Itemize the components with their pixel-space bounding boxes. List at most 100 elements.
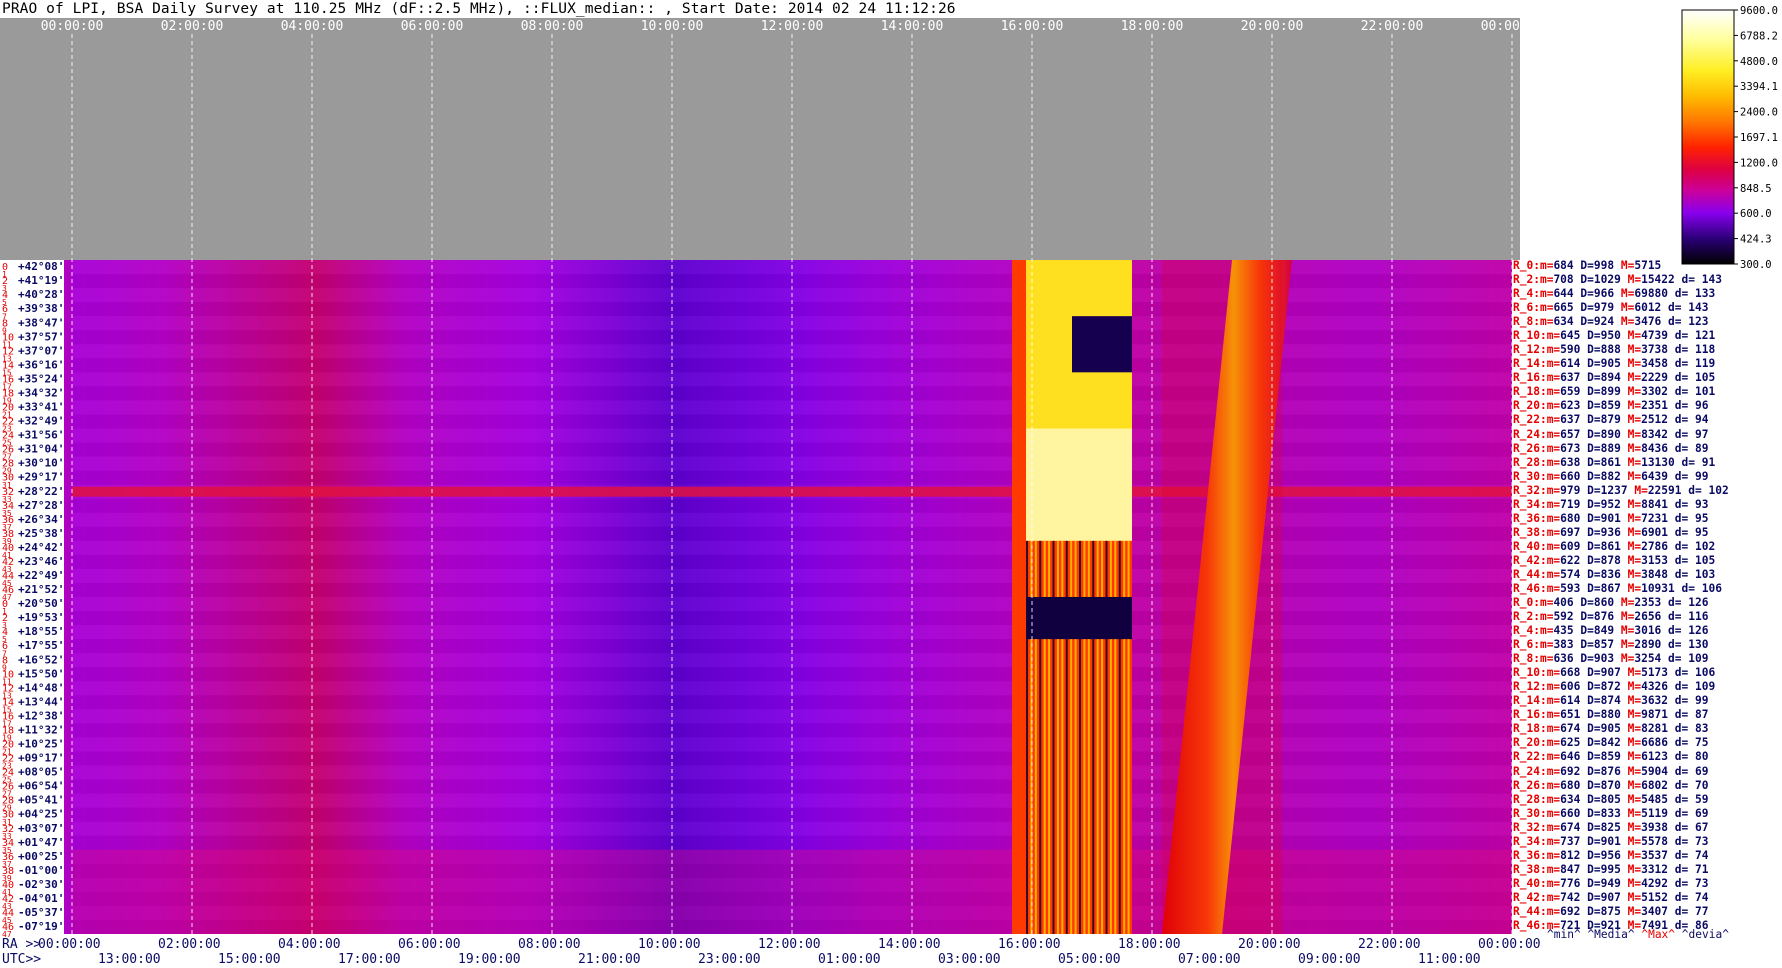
- stat-field: 22591: [1647, 483, 1682, 497]
- declination-label: -02°30': [18, 878, 64, 891]
- stat-field: D=: [1587, 581, 1601, 595]
- stat-field: M=: [1627, 694, 1642, 708]
- stat-field: d=: [1674, 736, 1689, 750]
- stat-field: 6686: [1641, 736, 1669, 750]
- stat-field: 94: [1688, 413, 1709, 427]
- stat-field: 1029: [1593, 273, 1621, 287]
- stat-field: M=: [1620, 652, 1635, 666]
- stat-field: m=: [1546, 483, 1561, 497]
- stat-field: 95: [1688, 525, 1709, 539]
- stat-field: m=: [1546, 497, 1561, 511]
- stat-field: 979: [1560, 483, 1581, 497]
- stat-field: [1621, 863, 1628, 876]
- stat-row: R_42:m=742 D=907 M=5152 d= 74: [1513, 891, 1708, 905]
- stat-field: d=: [1674, 371, 1689, 385]
- stat-field: d=: [1674, 413, 1689, 427]
- stat-field: [1621, 680, 1628, 693]
- stat-field: [1621, 891, 1628, 904]
- stat-field: d=: [1681, 581, 1695, 595]
- stat-field: M=: [1627, 722, 1642, 736]
- stat-field: [1621, 357, 1628, 370]
- stat-field: 875: [1600, 904, 1621, 918]
- top-tick-label: 10:00:00: [641, 19, 704, 34]
- stat-field: M=: [1627, 385, 1642, 399]
- stat-field: R_20:: [1513, 399, 1547, 413]
- stat-field: d=: [1681, 273, 1695, 287]
- stat-field: [1668, 807, 1675, 820]
- stat-field: 995: [1600, 862, 1621, 876]
- stat-field: 67: [1688, 820, 1709, 834]
- stat-field: R_4:: [1513, 287, 1540, 301]
- stat-field: [1621, 582, 1628, 595]
- stat-field: 3738: [1641, 343, 1669, 357]
- ra-prefix: RA >>: [2, 937, 41, 952]
- stat-field: [1614, 652, 1621, 665]
- stat-field: 99: [1688, 469, 1709, 483]
- ra-tick-label: 10:00:00: [638, 937, 701, 952]
- stat-field: R_28:: [1513, 792, 1547, 806]
- stat-row: R_8:m=636 D=903 M=3254 d= 109: [1513, 652, 1708, 666]
- stat-field: [1614, 610, 1621, 623]
- stat-field: 126: [1681, 624, 1709, 638]
- stat-field: d=: [1674, 287, 1689, 301]
- stat-field: m=: [1546, 371, 1561, 385]
- stat-field: D=: [1587, 343, 1601, 357]
- stat-field: m=: [1539, 624, 1554, 638]
- stat-field: 15422: [1641, 273, 1675, 287]
- stat-row: R_42:m=622 D=878 M=3153 d= 105: [1513, 554, 1715, 568]
- stat-field: 106: [1695, 581, 1722, 595]
- ra-tick-label: 00:00:00: [38, 937, 101, 952]
- stat-field: R_16:: [1513, 371, 1547, 385]
- stat-row: R_14:m=614 D=905 M=3458 d= 119: [1513, 357, 1715, 371]
- stat-field: m=: [1546, 792, 1561, 806]
- row-number-odd: 47: [2, 930, 12, 939]
- stat-field: 133: [1688, 287, 1716, 301]
- stat-field: 2353: [1634, 596, 1662, 609]
- stat-field: 644: [1553, 287, 1574, 301]
- stat-field: M=: [1627, 497, 1642, 511]
- declination-axis: 01+42°08'23+41°19'45+40°28'67+39°38'89+3…: [2, 260, 64, 939]
- stat-field: 3938: [1641, 820, 1669, 834]
- stat-field: 3632: [1641, 694, 1669, 708]
- declination-label: +05°41': [18, 794, 64, 807]
- stat-field: D=: [1587, 413, 1601, 427]
- utc-tick-label: 19:00:00: [458, 952, 521, 967]
- stat-field: m=: [1546, 441, 1561, 455]
- stat-field: 876: [1600, 764, 1621, 778]
- stat-field: 889: [1600, 441, 1621, 455]
- stat-field: 8281: [1641, 722, 1669, 736]
- declination-label: +14°48': [18, 681, 64, 694]
- declination-label: -04°01': [18, 892, 64, 905]
- declination-label: +34°32': [18, 386, 64, 399]
- stat-field: [1621, 371, 1628, 384]
- stat-field: M=: [1627, 399, 1642, 413]
- stat-field: R_40:: [1513, 876, 1547, 890]
- stat-field: d=: [1668, 610, 1682, 624]
- stat-row: R_6:m=665 D=979 M=6012 d= 143: [1513, 301, 1708, 315]
- stat-field: M=: [1627, 413, 1642, 427]
- stat-row: R_40:m=776 D=949 M=4292 d= 73: [1513, 877, 1708, 891]
- stat-field: [1668, 863, 1675, 876]
- stat-row: R_22:m=637 D=879 M=2512 d= 94: [1513, 413, 1708, 427]
- stat-field: 2786: [1641, 539, 1669, 553]
- interference-dark: [1072, 316, 1132, 373]
- stat-row: R_4:m=435 D=849 M=3016 d= 126: [1513, 624, 1708, 638]
- stat-field: M=: [1627, 329, 1642, 343]
- stat-field: 5578: [1641, 834, 1669, 848]
- stat-field: 901: [1600, 834, 1621, 848]
- stat-field: m=: [1546, 357, 1561, 371]
- top-tick-label: 16:00:00: [1001, 19, 1064, 34]
- stat-field: d=: [1674, 567, 1689, 581]
- stat-field: m=: [1546, 427, 1561, 441]
- stat-field: [1668, 526, 1675, 539]
- stat-field: 614: [1560, 357, 1581, 371]
- stat-field: 870: [1600, 778, 1621, 792]
- utc-tick-label: 07:00:00: [1178, 952, 1241, 967]
- declination-label: +39°38': [18, 302, 64, 315]
- stat-field: 8342: [1641, 427, 1669, 441]
- stat-field: 719: [1560, 497, 1581, 511]
- top-tick-label: 08:00:00: [521, 19, 584, 34]
- stat-field: 660: [1560, 469, 1581, 483]
- stat-field: [1668, 371, 1675, 384]
- declination-label: +24°42': [18, 541, 64, 554]
